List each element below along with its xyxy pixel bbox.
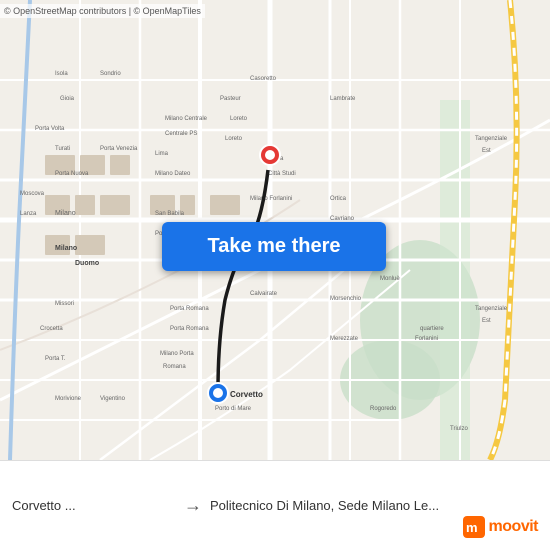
- to-station-label: Politecnico Di Milano, Sede Milano Le...: [210, 498, 538, 513]
- svg-text:Isola: Isola: [55, 71, 68, 77]
- svg-text:Porto di Mare: Porto di Mare: [215, 406, 252, 412]
- svg-text:Milano: Milano: [55, 210, 76, 217]
- svg-text:Milano Dateo: Milano Dateo: [155, 171, 191, 177]
- moovit-brand-text: moovit: [489, 518, 538, 536]
- bottom-bar: Corvetto ... → Politecnico Di Milano, Se…: [0, 460, 550, 550]
- svg-text:Tangenziale: Tangenziale: [475, 306, 508, 312]
- moovit-icon: m: [463, 516, 485, 538]
- svg-text:quartiere: quartiere: [420, 326, 444, 332]
- from-station-label: Corvetto ...: [12, 498, 176, 513]
- svg-text:Lima: Lima: [155, 151, 169, 157]
- svg-text:Milano: Milano: [55, 245, 77, 252]
- svg-text:Porta Romana: Porta Romana: [170, 326, 209, 332]
- svg-text:Lanza: Lanza: [20, 211, 37, 217]
- svg-text:Turati: Turati: [55, 146, 70, 152]
- svg-text:Porta Venezia: Porta Venezia: [100, 146, 138, 152]
- svg-text:Merezzate: Merezzate: [330, 336, 359, 342]
- svg-text:Porta Nuova: Porta Nuova: [55, 171, 89, 177]
- svg-text:Est: Est: [482, 318, 491, 324]
- svg-text:Centrale PS: Centrale PS: [165, 131, 197, 137]
- svg-text:Ortica: Ortica: [330, 196, 347, 202]
- svg-text:Milano Porta: Milano Porta: [160, 351, 194, 357]
- svg-text:Calvairate: Calvairate: [250, 291, 278, 297]
- svg-text:Milano Centrale: Milano Centrale: [165, 116, 208, 122]
- svg-text:Romana: Romana: [163, 364, 186, 370]
- svg-text:m: m: [466, 520, 478, 535]
- svg-text:San Babila: San Babila: [155, 211, 185, 217]
- svg-text:Rogoredo: Rogoredo: [370, 406, 397, 412]
- svg-text:Porta T.: Porta T.: [45, 356, 66, 362]
- svg-text:Sondrio: Sondrio: [100, 71, 121, 77]
- svg-text:Loreto: Loreto: [230, 116, 248, 122]
- svg-text:Monluè: Monluè: [380, 276, 400, 282]
- direction-arrow-icon: →: [184, 495, 202, 516]
- svg-text:Porta Volta: Porta Volta: [35, 126, 65, 132]
- map-container: Milano Porta Nuova Milano Duomo Moscova …: [0, 0, 550, 460]
- svg-text:Duomo: Duomo: [75, 260, 99, 267]
- svg-text:Est: Est: [482, 148, 491, 154]
- svg-text:Moscova: Moscova: [20, 191, 45, 197]
- svg-text:Vigentino: Vigentino: [100, 396, 126, 402]
- svg-text:Morsenchio: Morsenchio: [330, 296, 362, 302]
- svg-text:Milano Forlanini: Milano Forlanini: [250, 196, 292, 202]
- svg-text:Città Studi: Città Studi: [268, 171, 296, 177]
- moovit-logo: m moovit: [463, 516, 538, 538]
- svg-text:Triulzo: Triulzo: [450, 426, 468, 432]
- svg-text:Corvetto: Corvetto: [230, 390, 263, 399]
- svg-text:Morivione: Morivione: [55, 396, 82, 402]
- svg-text:Casoretto: Casoretto: [250, 76, 277, 82]
- svg-text:Porta Romana: Porta Romana: [170, 306, 209, 312]
- svg-text:Forlanini: Forlanini: [415, 336, 438, 342]
- take-me-there-button[interactable]: Take me there: [162, 222, 386, 271]
- copyright-text: © OpenStreetMap contributors | © OpenMap…: [0, 4, 205, 18]
- svg-text:Crocetta: Crocetta: [40, 326, 63, 332]
- svg-text:Lambrate: Lambrate: [330, 96, 356, 102]
- svg-text:Gioia: Gioia: [60, 96, 75, 102]
- svg-text:Pasteur: Pasteur: [220, 96, 241, 102]
- svg-text:Missori: Missori: [55, 301, 74, 307]
- svg-text:Loreto: Loreto: [225, 136, 243, 142]
- svg-text:Tangenziale: Tangenziale: [475, 136, 508, 142]
